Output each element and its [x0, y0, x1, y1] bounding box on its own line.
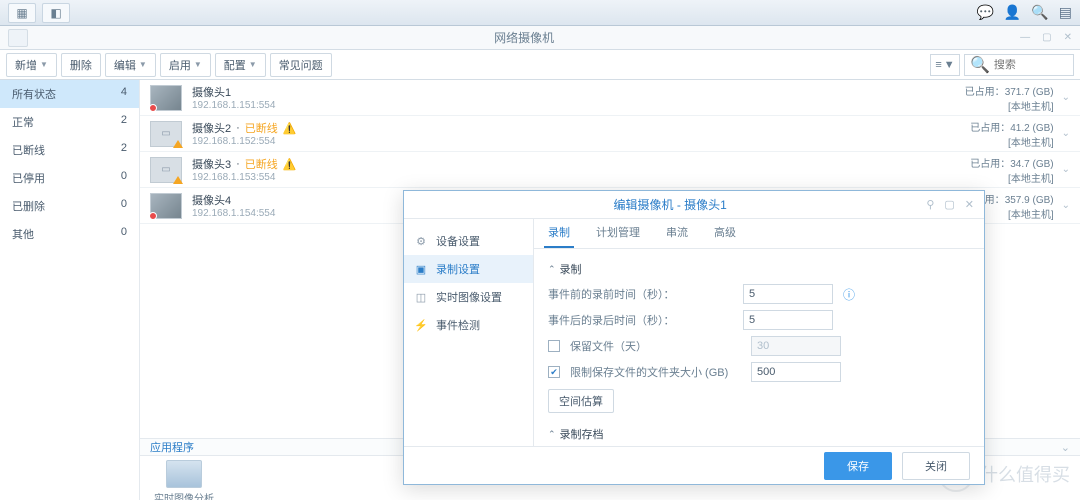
- section-recording[interactable]: ⌃录制: [548, 257, 970, 281]
- status-deleted[interactable]: 已删除0: [0, 192, 139, 220]
- chevron-down-icon: ⌃: [548, 264, 556, 275]
- label-pre-event: 事件前的录前时间（秒）：: [548, 286, 733, 302]
- enable-button[interactable]: 启用▼: [160, 53, 211, 77]
- status-other[interactable]: 其他0: [0, 220, 139, 248]
- search-icon[interactable]: 🔍: [1031, 4, 1048, 21]
- edit-button[interactable]: 编辑▼: [105, 53, 156, 77]
- chevron-down-icon: ▼: [40, 60, 48, 69]
- close-button[interactable]: 关闭: [902, 452, 970, 480]
- section-archive[interactable]: ⌃录制存档: [548, 422, 970, 446]
- chevron-down-icon: ⌃: [548, 429, 556, 440]
- gear-icon: ⚙: [414, 235, 428, 248]
- limit-size-checkbox[interactable]: ✔: [548, 366, 560, 378]
- chevron-down-icon: ▼: [194, 60, 202, 69]
- edit-camera-dialog: 编辑摄像机 - 摄像头1 ⚲ ▢ ✕ ⚙设备设置 ▣录制设置 ◫实时图像设置 ⚡…: [403, 190, 985, 485]
- window-title: 网络摄像机: [28, 29, 1020, 46]
- space-estimate-button[interactable]: 空间估算: [548, 389, 614, 413]
- modal-overlay: 编辑摄像机 - 摄像头1 ⚲ ▢ ✕ ⚙设备设置 ▣录制设置 ◫实时图像设置 ⚡…: [140, 80, 1080, 500]
- toolbar: 新增▼ 删除 编辑▼ 启用▼ 配置▼ 常见问题 ≡▼ 🔍: [0, 50, 1080, 80]
- close-icon[interactable]: ✕: [965, 198, 974, 211]
- chat-icon[interactable]: 💬: [976, 4, 993, 21]
- save-button[interactable]: 保存: [824, 452, 892, 480]
- close-icon[interactable]: ✕: [1064, 32, 1072, 43]
- delete-button[interactable]: 删除: [61, 53, 101, 77]
- side-device-settings[interactable]: ⚙设备设置: [404, 227, 533, 255]
- maximize-icon[interactable]: ▢: [1042, 32, 1051, 43]
- app-grid-icon[interactable]: ▦: [8, 3, 36, 23]
- keep-files-checkbox[interactable]: [548, 340, 560, 352]
- record-icon: ▣: [414, 263, 428, 276]
- search-box[interactable]: 🔍: [964, 54, 1074, 76]
- side-live-settings[interactable]: ◫实时图像设置: [404, 283, 533, 311]
- system-titlebar: ▦ ◧ 💬 👤 🔍 ▤: [0, 0, 1080, 26]
- pre-event-input[interactable]: [743, 284, 833, 304]
- status-disabled[interactable]: 已停用0: [0, 164, 139, 192]
- label-limit-size: 限制保存文件的文件夹大小 (GB): [570, 364, 741, 380]
- maximize-icon[interactable]: ▢: [944, 198, 954, 211]
- minimize-icon[interactable]: —: [1020, 32, 1030, 43]
- tab-schedule[interactable]: 计划管理: [592, 219, 644, 248]
- status-sidebar: 所有状态4 正常2 已断线2 已停用0 已删除0 其他0: [0, 80, 140, 500]
- info-icon[interactable]: ⓘ: [843, 286, 855, 303]
- bolt-icon: ⚡: [414, 319, 428, 332]
- dialog-title: 编辑摄像机 - 摄像头1: [414, 196, 926, 213]
- tab-recording[interactable]: 录制: [544, 219, 574, 248]
- user-icon[interactable]: 👤: [1004, 4, 1021, 21]
- config-button[interactable]: 配置▼: [215, 53, 266, 77]
- tab-stream[interactable]: 串流: [662, 219, 692, 248]
- pin-icon[interactable]: ⚲: [926, 198, 934, 211]
- limit-size-input[interactable]: [751, 362, 841, 382]
- status-offline[interactable]: 已断线2: [0, 136, 139, 164]
- image-icon: ◫: [414, 291, 428, 304]
- status-all[interactable]: 所有状态4: [0, 80, 139, 108]
- window-titlebar: 网络摄像机 — ▢ ✕: [0, 26, 1080, 50]
- window-app-icon: [8, 29, 28, 47]
- post-event-input[interactable]: [743, 310, 833, 330]
- status-ok[interactable]: 正常2: [0, 108, 139, 136]
- chevron-down-icon: ▼: [139, 60, 147, 69]
- faq-button[interactable]: 常见问题: [270, 53, 332, 77]
- keep-days-input: [751, 336, 841, 356]
- label-keep-days: 保留文件（天）: [570, 338, 741, 354]
- dialog-sidebar: ⚙设备设置 ▣录制设置 ◫实时图像设置 ⚡事件检测: [404, 219, 534, 446]
- side-event-detection[interactable]: ⚡事件检测: [404, 311, 533, 339]
- tab-advanced[interactable]: 高级: [710, 219, 740, 248]
- app-window-icon[interactable]: ◧: [42, 3, 70, 23]
- search-input[interactable]: [994, 59, 1068, 71]
- search-icon: 🔍: [970, 55, 990, 75]
- label-post-event: 事件后的录后时间（秒）：: [548, 312, 733, 328]
- dialog-tabs: 录制 计划管理 串流 高级: [534, 219, 984, 249]
- view-mode-button[interactable]: ≡▼: [930, 54, 960, 76]
- add-button[interactable]: 新增▼: [6, 53, 57, 77]
- side-recording-settings[interactable]: ▣录制设置: [404, 255, 533, 283]
- dashboard-icon[interactable]: ▤: [1059, 4, 1072, 21]
- chevron-down-icon: ▼: [249, 60, 257, 69]
